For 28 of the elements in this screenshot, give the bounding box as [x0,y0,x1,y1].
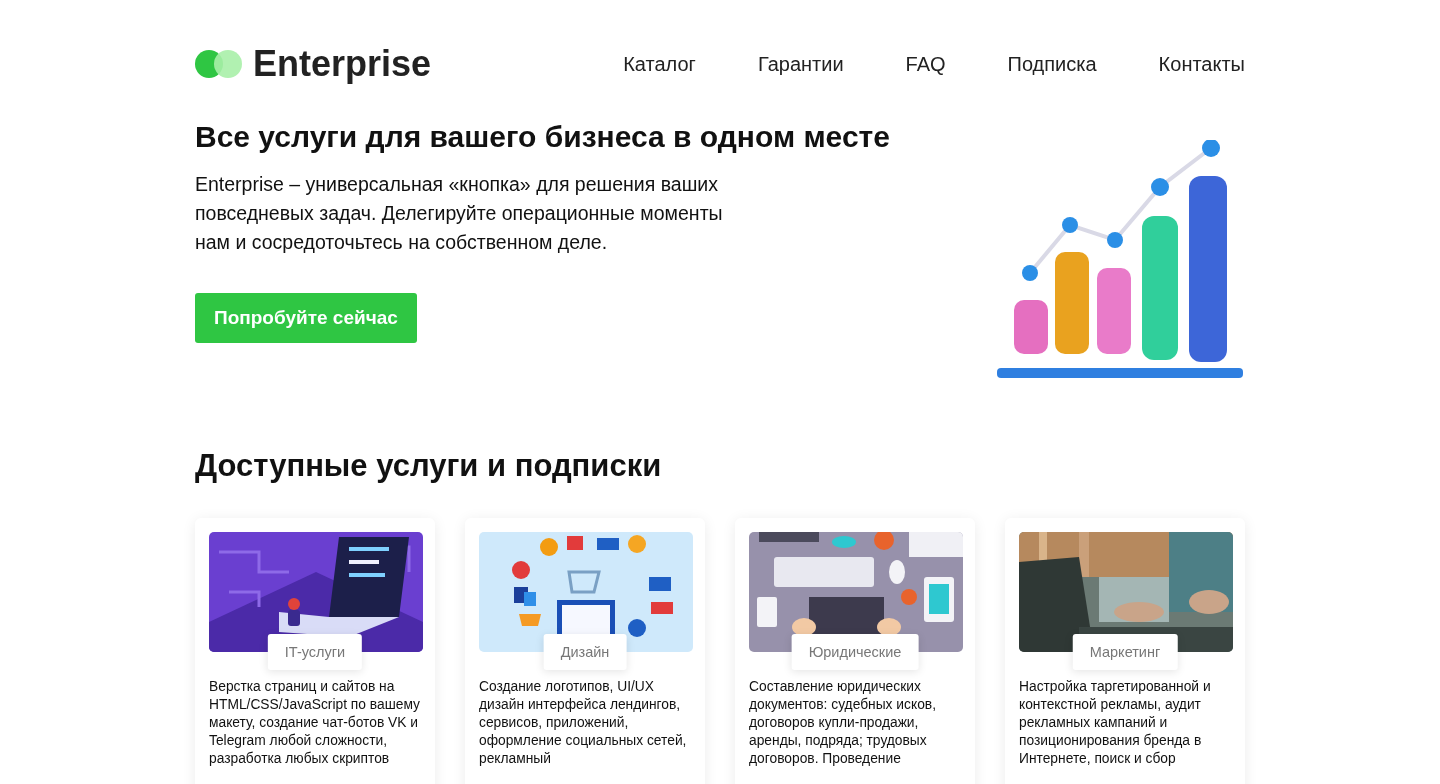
chart-point [1107,232,1123,248]
logo-icon [195,49,243,79]
chart-point [1202,140,1220,157]
service-card[interactable]: Юридические Составление юридических документов: судебных исков, договоров купли-продажи, аренды, подряда; трудовых договоров. Проведение [735,518,975,784]
nav-link[interactable]: Контакты [1158,52,1245,76]
hero-text: Enterprise – универсальная «кнопка» для решения ваших повседневых задач. Делегируйте операционные моменты нам и сосредоточьтесь на собственном деле. [195,172,724,255]
service-description: Составление юридических документов: судебных исков, договоров купли-продажи, аренды, подряда; трудовых договоров. Проведение [749,678,937,768]
service-description: Верстка страниц и сайтов на HTML/CSS/JavaScript по вашему макету, создание чат-ботов VK и Telegram любой сложности, разработка любых скриптов [209,678,421,768]
category-label: Дизайн [543,634,627,670]
section-title: Доступные услуги и подписки [195,448,663,484]
service-description: Создание логотипов, UI/UX дизайн интерфейса лендингов, сервисов, приложений, оформление социальных сетей, рекламный [479,678,688,768]
service-card[interactable]: Маркетинг Настройка таргетированной и контекстной рекламы, аудит рекламных кампаний и позиционирования бренда в Интернете, поиск и сбор [1005,518,1245,784]
service-card[interactable]: Дизайн Создание логотипов, UI/UX дизайн интерфейса лендингов, сервисов, приложений, оформление социальных сетей, рекламный [465,518,705,784]
service-description: Настройка таргетированной и контекстной рекламы, аудит рекламных кампаний и позиционирования бренда в Интернете, поиск и сбор [1019,678,1212,768]
logo-text[interactable]: Enterprise [253,43,432,85]
chart-bar [1014,300,1048,354]
chart-point [1022,265,1038,281]
category-label: IT-услуги [267,634,363,670]
hero-title: Все услуги для вашего бизнеса в одном месте [195,120,890,154]
category-label: Маркетинг [1072,634,1178,670]
chart-point [1062,217,1078,233]
nav-link[interactable]: Гарантии [757,52,844,76]
nav-link[interactable]: Подписка [1007,52,1097,76]
nav-link[interactable]: FAQ [905,52,946,76]
chart-point [1151,178,1169,196]
category-label: Юридические [791,634,919,670]
nav-link[interactable]: Каталог [623,52,696,76]
service-card[interactable]: IT-услуги Верстка страниц и сайтов на HTML/CSS/JavaScript по вашему макету, создание чат-ботов VK и Telegram любой сложности, разработка любых скриптов [195,518,435,784]
